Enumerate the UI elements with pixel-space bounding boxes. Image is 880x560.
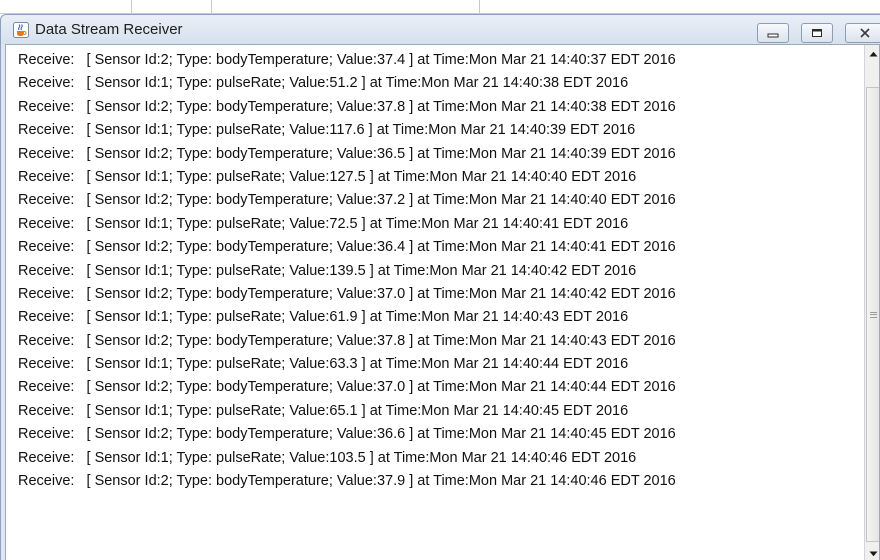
log-line: Receive: [ Sensor Id:2; Type: bodyTemper… — [18, 189, 863, 212]
log-message: [ Sensor Id:1; Type: pulseRate; Value:51… — [86, 75, 629, 92]
log-line: Receive: [ Sensor Id:1; Type: pulseRate;… — [18, 166, 863, 189]
log-line: Receive: [ Sensor Id:2; Type: bodyTemper… — [18, 423, 863, 446]
log-message: [ Sensor Id:2; Type: bodyTemperature; Va… — [86, 379, 676, 396]
minimize-icon — [767, 33, 779, 38]
log-prefix: Receive: — [18, 309, 75, 326]
window-title: Data Stream Receiver — [35, 21, 183, 38]
log-line: Receive: [ Sensor Id:1; Type: pulseRate;… — [18, 400, 863, 423]
log-message: [ Sensor Id:1; Type: pulseRate; Value:10… — [86, 449, 637, 466]
log-message: [ Sensor Id:1; Type: pulseRate; Value:65… — [86, 402, 629, 419]
log-message: [ Sensor Id:1; Type: pulseRate; Value:63… — [86, 356, 629, 373]
log-line: Receive: [ Sensor Id:1; Type: pulseRate;… — [18, 72, 863, 95]
log-prefix: Receive: — [18, 379, 75, 396]
log-prefix: Receive: — [18, 449, 75, 466]
log-line: Receive: [ Sensor Id:2; Type: bodyTemper… — [18, 330, 863, 353]
close-button[interactable] — [845, 23, 880, 43]
log-message: [ Sensor Id:2; Type: bodyTemperature; Va… — [86, 239, 676, 256]
log-text-area[interactable]: Receive: [ Sensor Id:2; Type: bodyTemper… — [5, 44, 880, 560]
log-message: [ Sensor Id:2; Type: bodyTemperature; Va… — [86, 332, 676, 349]
data-stream-receiver-window: Data Stream Receiver Receive: [ Sensor I… — [0, 14, 880, 560]
log-prefix: Receive: — [18, 168, 75, 185]
log-message: [ Sensor Id:2; Type: bodyTemperature; Va… — [86, 426, 676, 443]
log-message: [ Sensor Id:2; Type: bodyTemperature; Va… — [86, 145, 676, 162]
log-prefix: Receive: — [18, 239, 75, 256]
log-prefix: Receive: — [18, 192, 75, 209]
log-message: [ Sensor Id:2; Type: bodyTemperature; Va… — [86, 285, 676, 302]
log-line: Receive: [ Sensor Id:1; Type: pulseRate;… — [18, 353, 863, 376]
background-pane — [132, 0, 212, 14]
log-line: Receive: [ Sensor Id:2; Type: bodyTemper… — [18, 376, 863, 399]
arrow-down-icon — [869, 551, 877, 556]
close-icon — [860, 28, 870, 38]
title-bar[interactable]: Data Stream Receiver — [1, 15, 880, 44]
maximize-button[interactable] — [801, 23, 833, 43]
background-pane — [212, 0, 480, 14]
log-line: Receive: [ Sensor Id:2; Type: bodyTemper… — [18, 96, 863, 119]
log-prefix: Receive: — [18, 262, 75, 279]
log-prefix: Receive: — [18, 285, 75, 302]
log-prefix: Receive: — [18, 215, 75, 232]
log-message: [ Sensor Id:1; Type: pulseRate; Value:12… — [86, 168, 637, 185]
vertical-scrollbar[interactable] — [864, 45, 879, 560]
log-prefix: Receive: — [18, 98, 75, 115]
log-message: [ Sensor Id:2; Type: bodyTemperature; Va… — [86, 98, 676, 115]
java-cup-icon[interactable] — [13, 22, 29, 38]
log-prefix: Receive: — [18, 356, 75, 373]
log-line: Receive: [ Sensor Id:1; Type: pulseRate;… — [18, 260, 863, 283]
log-prefix: Receive: — [18, 402, 75, 419]
background-pane — [0, 0, 132, 14]
scroll-thumb[interactable] — [866, 87, 879, 542]
log-line: Receive: [ Sensor Id:2; Type: bodyTemper… — [18, 470, 863, 493]
log-message: [ Sensor Id:1; Type: pulseRate; Value:72… — [86, 215, 629, 232]
log-message: [ Sensor Id:2; Type: bodyTemperature; Va… — [86, 52, 676, 68]
grip-icon — [870, 312, 877, 318]
log-line: Receive: [ Sensor Id:2; Type: bodyTemper… — [18, 236, 863, 259]
background-window-strip — [0, 0, 880, 14]
log-prefix: Receive: — [18, 52, 75, 68]
log-list: Receive: [ Sensor Id:2; Type: bodyTemper… — [18, 49, 863, 493]
maximize-icon — [812, 29, 822, 37]
scroll-up-button[interactable] — [865, 45, 879, 62]
minimize-button[interactable] — [757, 23, 789, 43]
log-line: Receive: [ Sensor Id:1; Type: pulseRate;… — [18, 306, 863, 329]
log-line: Receive: [ Sensor Id:2; Type: bodyTemper… — [18, 49, 863, 72]
log-prefix: Receive: — [18, 426, 75, 443]
log-line: Receive: [ Sensor Id:2; Type: bodyTemper… — [18, 143, 863, 166]
log-message: [ Sensor Id:2; Type: bodyTemperature; Va… — [86, 473, 676, 490]
log-prefix: Receive: — [18, 473, 75, 490]
scroll-down-button[interactable] — [865, 545, 879, 560]
arrow-up-icon — [869, 51, 877, 56]
log-prefix: Receive: — [18, 332, 75, 349]
log-line: Receive: [ Sensor Id:2; Type: bodyTemper… — [18, 283, 863, 306]
log-line: Receive: [ Sensor Id:1; Type: pulseRate;… — [18, 119, 863, 142]
log-message: [ Sensor Id:1; Type: pulseRate; Value:13… — [86, 262, 637, 279]
log-message: [ Sensor Id:2; Type: bodyTemperature; Va… — [86, 192, 676, 209]
log-message: [ Sensor Id:1; Type: pulseRate; Value:61… — [86, 309, 629, 326]
log-line: Receive: [ Sensor Id:1; Type: pulseRate;… — [18, 213, 863, 236]
log-prefix: Receive: — [18, 122, 75, 139]
log-prefix: Receive: — [18, 75, 75, 92]
log-message: [ Sensor Id:1; Type: pulseRate; Value:11… — [86, 122, 636, 139]
log-line: Receive: [ Sensor Id:1; Type: pulseRate;… — [18, 447, 863, 470]
log-prefix: Receive: — [18, 145, 75, 162]
